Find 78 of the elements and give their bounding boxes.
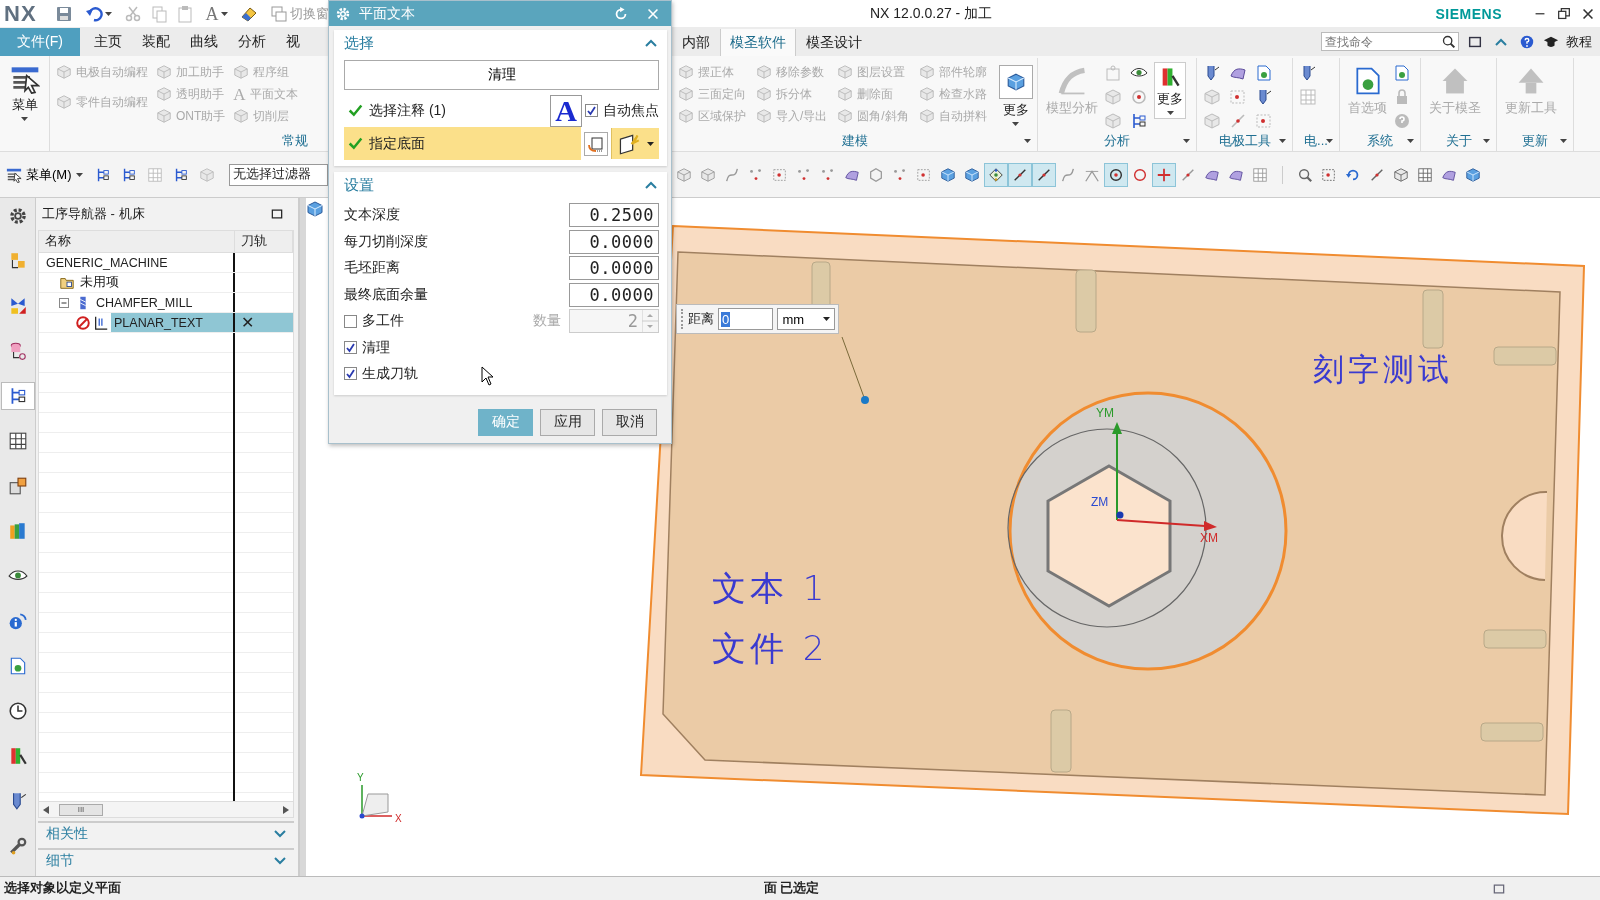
group-label: 电... (1304, 132, 1328, 150)
checkbox-label: 多工件 (362, 312, 404, 331)
selection-step[interactable]: 选择注释 (1) (344, 94, 547, 127)
menu-dropdown[interactable]: 菜单(M) (0, 165, 89, 184)
field-label: 毛坯距离 (344, 259, 400, 278)
tree-item[interactable]: 未用项 (77, 273, 122, 292)
engraved-text: 文件 2 (712, 628, 829, 668)
step-label: 指定底面 (369, 134, 425, 153)
group-label: 电极工具 (1218, 132, 1271, 150)
number-field[interactable]: 0.0000 (569, 256, 659, 281)
toolpath-status: ✕ (241, 313, 255, 332)
text-style-button[interactable]: A (205, 4, 219, 23)
checkbox-label: 生成刀轨 (362, 364, 418, 383)
axis-label: YM (1096, 406, 1114, 420)
file-menu-tab[interactable]: 文件(F) (0, 28, 80, 56)
ribbon-tab[interactable]: 模圣软件 (720, 29, 796, 56)
tree-item[interactable]: GENERIC_MACHINE (43, 253, 171, 272)
checkbox-label: 清理 (362, 338, 390, 357)
app-logo: NX (4, 0, 37, 27)
selection-step[interactable]: 指定底面 (344, 127, 581, 160)
group-label: 系统 (1367, 132, 1393, 150)
ribbon-tab[interactable]: 曲线 (179, 28, 228, 56)
field-label: 距离 (688, 310, 714, 328)
axis-label: Y (357, 772, 364, 783)
axis-label: X (395, 813, 402, 824)
clear-button[interactable]: 清理 (344, 60, 659, 90)
number-field[interactable]: 0.2500 (569, 203, 659, 228)
menu-button[interactable]: 菜单 (0, 56, 50, 152)
field-label: 每刀切削深度 (344, 232, 428, 251)
selection-filter[interactable]: 无选择过滤器 (228, 163, 328, 186)
annotation-button[interactable]: A (550, 94, 582, 127)
unit-dropdown[interactable]: mm (777, 308, 835, 330)
panel-title: 工序导航器 - 机床 (42, 205, 145, 223)
number-field[interactable]: 0.0000 (569, 229, 659, 254)
switch-window-button[interactable]: 切换窗 (289, 4, 329, 23)
number-field[interactable]: 0.0000 (569, 282, 659, 307)
axis-label: ZM (1091, 495, 1109, 509)
ribbon-tab[interactable]: 模圣设计 (796, 29, 872, 56)
letter-icon: A (233, 85, 246, 103)
section-header[interactable]: 相关性 (46, 825, 88, 843)
field-label: 文本深度 (344, 206, 400, 225)
status-message: 面 已选定 (764, 880, 821, 897)
engraved-text: 文本 1 (712, 568, 829, 608)
column-header[interactable]: 刀轨 (235, 231, 293, 252)
dialog-button[interactable]: 取消 (602, 408, 657, 436)
section-header[interactable]: 细节 (46, 852, 74, 870)
group-label: 常规 (282, 132, 308, 150)
field-label: 最终底面余量 (344, 285, 428, 304)
group-label: 分析 (1104, 132, 1130, 150)
group-label: 更新 (1522, 132, 1548, 150)
field-label: 数量 (533, 312, 561, 331)
column-header[interactable]: 名称 (39, 231, 235, 252)
window-title: NX 12.0.0.27 - 加工 (870, 4, 993, 23)
dialog-title: 平面文本 (359, 4, 416, 23)
group-label: 建模 (841, 132, 868, 150)
status-prompt: 选择对象以定义平面 (4, 880, 122, 897)
ribbon-tab[interactable]: 主页 (83, 28, 132, 56)
tutorial-link[interactable]: 教程 (1566, 32, 1592, 51)
step-label: 选择注释 (1) (369, 101, 446, 120)
section-header[interactable]: 设置 (344, 175, 374, 195)
checkbox-label: 自动焦点 (603, 101, 659, 120)
engraved-text: 刻字测试 (1313, 351, 1453, 387)
axis-label: XM (1200, 531, 1218, 545)
scroll-thumb[interactable]: III (59, 803, 103, 816)
ribbon-tab[interactable]: 分析 (227, 28, 276, 56)
dialog-button[interactable]: 应用 (540, 408, 595, 436)
section-header[interactable]: 选择 (344, 33, 374, 53)
more-button[interactable]: 更多 (1154, 62, 1186, 119)
more-button[interactable]: 更多 (996, 62, 1035, 129)
brand-logo: SIEMENS (1435, 5, 1502, 22)
ribbon-tab[interactable]: 视 (275, 28, 310, 56)
group-label: 关于 (1445, 132, 1472, 150)
tree-item[interactable]: CHAMFER_MILL (93, 293, 196, 312)
ribbon-tab[interactable]: 装配 (131, 28, 180, 56)
search-field[interactable]: 查找命令 (1321, 32, 1459, 51)
ribbon-tab[interactable]: 内部 (672, 29, 720, 56)
distance-field[interactable]: 0 (718, 308, 774, 330)
tree-item[interactable]: PLANAR_TEXT (111, 313, 233, 332)
